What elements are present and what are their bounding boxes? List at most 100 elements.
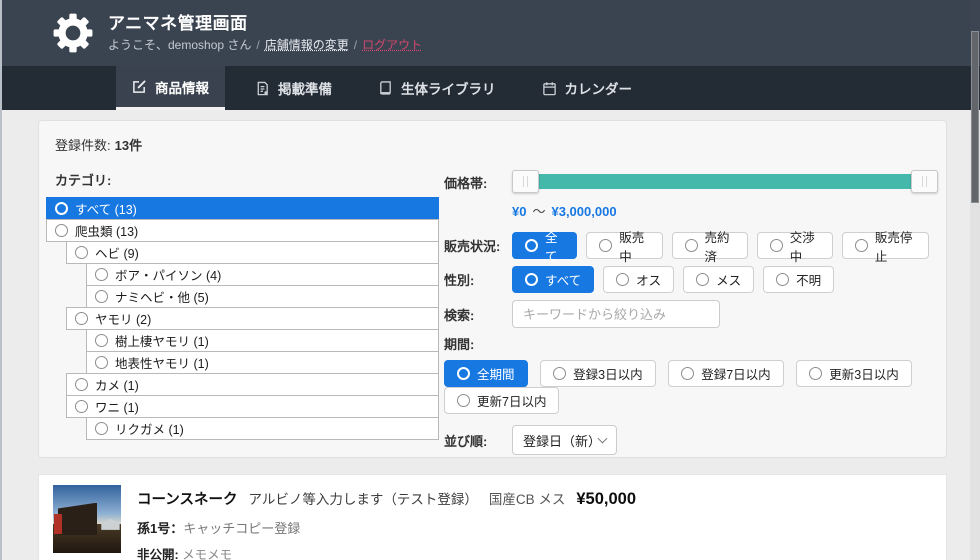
radio-icon xyxy=(95,422,108,435)
item-name: コーンスネーク xyxy=(137,488,237,509)
item-price: ¥50,000 xyxy=(576,490,636,509)
radio-icon xyxy=(95,268,108,281)
item-private-memo: 非公開: メモメモ xyxy=(137,544,636,560)
category-label: カテゴリ: xyxy=(55,170,441,189)
price-range-value: ¥0～¥3,000,000 xyxy=(512,201,938,220)
radio-icon xyxy=(55,202,68,215)
page-title: アニマネ管理画面 xyxy=(108,13,422,34)
header-subtitle: ようこそ、demoshop さん/店舗情報の変更/ログアウト xyxy=(108,38,422,53)
gender-option-all[interactable]: すべて xyxy=(512,266,594,293)
gear-icon xyxy=(52,12,94,54)
period-option-updated-7d[interactable]: 更新7日以内 xyxy=(444,387,559,414)
calendar-icon xyxy=(542,81,557,96)
tab-label: 商品情報 xyxy=(155,77,209,97)
radio-icon xyxy=(776,273,789,286)
slider-handle-max[interactable] xyxy=(911,170,938,193)
store-info-link[interactable]: 店舗情報の変更 xyxy=(265,38,349,52)
tab-calendar[interactable]: カレンダー xyxy=(526,66,649,110)
radio-icon xyxy=(685,239,698,252)
status-option-sold[interactable]: 売約済 xyxy=(672,232,748,259)
list-item[interactable]: コーンスネーク アルビノ等入力します（テスト登録） 国産CB メス ¥50,00… xyxy=(53,485,932,560)
radio-icon xyxy=(75,246,88,259)
category-item-snake[interactable]: ヘビ (9) xyxy=(66,241,439,264)
category-item-all[interactable]: すべて (13) xyxy=(46,197,439,220)
radio-icon xyxy=(525,273,538,286)
tab-product-info[interactable]: 商品情報 xyxy=(116,66,225,110)
count-value: 13件 xyxy=(115,138,142,153)
tab-label: カレンダー xyxy=(565,78,633,98)
book-icon xyxy=(378,81,393,96)
category-item-arboreal-gecko[interactable]: 樹上棲ヤモリ (1) xyxy=(86,329,439,352)
window-edge xyxy=(0,0,2,560)
gender-option-female[interactable]: メス xyxy=(683,266,754,293)
tab-label: 掲載準備 xyxy=(278,78,332,98)
edit-icon xyxy=(132,79,147,94)
item-catch-copy: 孫1号：キャッチコピー登録 xyxy=(137,518,636,537)
sort-label: 並び順: xyxy=(444,431,512,450)
slider-fill xyxy=(536,174,914,189)
results-list: コーンスネーク アルビノ等入力します（テスト登録） 国産CB メス ¥50,00… xyxy=(38,474,947,560)
radio-icon xyxy=(599,239,612,252)
slider-handle-min[interactable] xyxy=(512,170,539,193)
category-item-tortoise[interactable]: リクガメ (1) xyxy=(86,417,439,440)
price-range-slider[interactable] xyxy=(512,170,938,194)
logout-link[interactable]: ログアウト xyxy=(362,38,422,52)
status-option-negotiating[interactable]: 交渉中 xyxy=(757,232,833,259)
radio-icon xyxy=(95,334,108,347)
radio-icon xyxy=(457,394,470,407)
status-option-all[interactable]: 全て xyxy=(512,232,577,259)
radio-icon xyxy=(809,367,822,380)
category-item-crocodile[interactable]: ワニ (1) xyxy=(66,395,439,418)
radio-icon xyxy=(855,239,868,252)
filter-panel: 登録件数:13件 カテゴリ: すべて (13) 爬虫類 (13) ヘビ (9) … xyxy=(38,120,947,458)
gender-label: 性別: xyxy=(444,270,512,289)
radio-icon xyxy=(681,367,694,380)
main-nav: 商品情報 掲載準備 生体ライブラリ カレンダー xyxy=(0,66,980,110)
radio-icon xyxy=(55,224,68,237)
radio-icon xyxy=(457,367,470,380)
document-icon xyxy=(255,81,270,96)
period-option-registered-3d[interactable]: 登録3日以内 xyxy=(540,360,655,387)
status-option-on-sale[interactable]: 販売中 xyxy=(586,232,662,259)
search-input[interactable] xyxy=(512,300,720,328)
radio-icon xyxy=(95,290,108,303)
sort-selected-value: 登録日（新） xyxy=(523,431,599,450)
category-item-gecko[interactable]: ヤモリ (2) xyxy=(66,307,439,330)
tab-animal-library[interactable]: 生体ライブラリ xyxy=(362,66,512,110)
period-option-updated-3d[interactable]: 更新3日以内 xyxy=(796,360,911,387)
status-option-stopped[interactable]: 販売停止 xyxy=(842,232,929,259)
period-option-registered-7d[interactable]: 登録7日以内 xyxy=(668,360,783,387)
category-item-reptiles[interactable]: 爬虫類 (13) xyxy=(46,219,439,242)
tab-label: 生体ライブラリ xyxy=(401,78,496,98)
welcome-text: ようこそ、demoshop さん xyxy=(108,38,251,52)
radio-icon xyxy=(553,367,566,380)
listing-thumbnail[interactable] xyxy=(53,485,121,553)
scrollbar-thumb[interactable] xyxy=(971,31,979,203)
radio-icon xyxy=(95,356,108,369)
tab-listing-prep[interactable]: 掲載準備 xyxy=(239,66,348,110)
period-label: 期間: xyxy=(444,334,938,353)
search-label: 検索: xyxy=(444,305,512,324)
category-item-terrestrial-gecko[interactable]: 地表性ヤモリ (1) xyxy=(86,351,439,374)
radio-icon xyxy=(75,312,88,325)
radio-icon xyxy=(696,273,709,286)
gender-option-unknown[interactable]: 不明 xyxy=(763,266,834,293)
sales-status-label: 販売状況: xyxy=(444,236,512,255)
price-range-label: 価格帯: xyxy=(444,173,512,192)
radio-icon xyxy=(616,273,629,286)
category-tree: すべて (13) 爬虫類 (13) ヘビ (9) ボア・パイソン (4) ナミヘ… xyxy=(46,197,439,440)
registration-count: 登録件数:13件 xyxy=(55,135,930,154)
category-item-boa-python[interactable]: ボア・パイソン (4) xyxy=(86,263,439,286)
item-subtitle: アルビノ等入力します（テスト登録） xyxy=(248,488,477,508)
period-option-all[interactable]: 全期間 xyxy=(444,360,528,387)
radio-icon xyxy=(525,239,538,252)
radio-icon xyxy=(75,378,88,391)
radio-icon xyxy=(75,400,88,413)
sort-select[interactable]: 登録日（新） xyxy=(512,425,617,455)
category-item-colubrid[interactable]: ナミヘビ・他 (5) xyxy=(86,285,439,308)
category-item-turtle[interactable]: カメ (1) xyxy=(66,373,439,396)
app-header: アニマネ管理画面 ようこそ、demoshop さん/店舗情報の変更/ログアウト xyxy=(0,0,980,66)
item-origin-sex: 国産CB メス xyxy=(489,488,566,508)
radio-icon xyxy=(770,239,783,252)
gender-option-male[interactable]: オス xyxy=(603,266,674,293)
